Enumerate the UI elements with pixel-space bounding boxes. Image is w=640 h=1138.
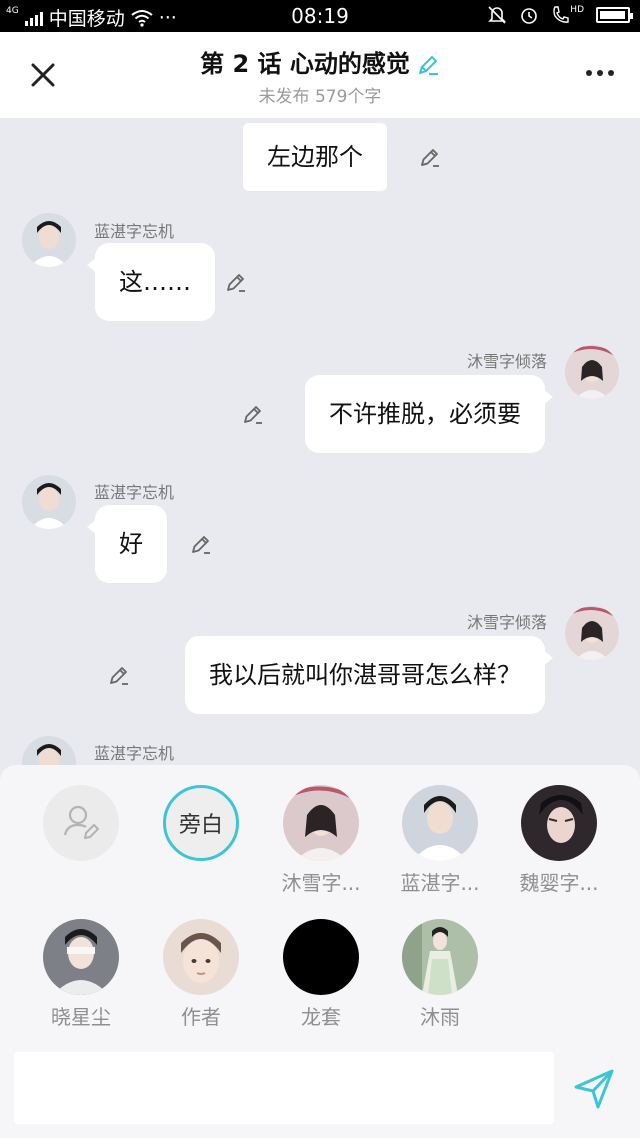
chapter-title: 第 2 话 心动的感觉 bbox=[200, 50, 410, 78]
battery-icon bbox=[596, 7, 633, 23]
add-role-icon[interactable] bbox=[43, 785, 119, 861]
role-avatar[interactable] bbox=[402, 785, 478, 861]
message-input[interactable] bbox=[14, 1052, 554, 1124]
status-bar: 4G 中国移动 ··· 08:19 HD bbox=[0, 0, 640, 32]
role-name: 沐雪字... bbox=[281, 871, 361, 895]
word-count-status: 未发布 579个字 bbox=[258, 87, 382, 107]
edit-title-icon[interactable] bbox=[416, 53, 440, 77]
edit-message-icon[interactable] bbox=[189, 532, 213, 556]
role-lanzhan[interactable]: 蓝湛字... bbox=[380, 785, 500, 896]
mute-bell-icon bbox=[488, 6, 507, 24]
edit-message-icon[interactable] bbox=[241, 402, 265, 426]
phone-icon bbox=[553, 6, 569, 23]
role-picker-panel: 旁白 沐雪字... 蓝湛字... 魏婴字... 晓星尘 作者 龙套 沐雨 bbox=[0, 765, 640, 1138]
role-name: 龙套 bbox=[301, 1005, 341, 1029]
edit-message-icon[interactable] bbox=[418, 145, 442, 169]
message-bubble[interactable]: 好 bbox=[87, 505, 167, 583]
narrator-avatar[interactable]: 旁白 bbox=[163, 785, 239, 861]
speaker-name: 蓝湛字忘机 bbox=[94, 483, 175, 502]
message-bubble[interactable]: 不许推脱，必须要 bbox=[305, 375, 553, 453]
role-muxue[interactable]: 沐雪字... bbox=[261, 785, 381, 896]
speaker-name: 蓝湛字忘机 bbox=[94, 744, 175, 763]
role-xiaoxingchen[interactable]: 晓星尘 bbox=[21, 919, 141, 1030]
role-avatar[interactable] bbox=[521, 785, 597, 861]
edit-message-icon[interactable] bbox=[107, 663, 131, 687]
alarm-icon bbox=[521, 8, 538, 24]
role-add[interactable] bbox=[21, 785, 141, 861]
role-author[interactable]: 作者 bbox=[141, 919, 261, 1030]
role-avatar[interactable] bbox=[43, 919, 119, 995]
editor-header: 第 2 话 心动的感觉 未发布 579个字 bbox=[0, 32, 640, 118]
hd-call-indicator: HD bbox=[551, 5, 584, 25]
role-avatar[interactable] bbox=[283, 785, 359, 861]
avatar-lanzhan[interactable] bbox=[22, 213, 76, 267]
narrator-label: 旁白 bbox=[178, 813, 223, 838]
edit-message-icon[interactable] bbox=[224, 270, 248, 294]
role-name: 蓝湛字... bbox=[400, 871, 480, 895]
speaker-name: 沐雪字倾落 bbox=[466, 352, 547, 371]
message-bubble[interactable]: 左边那个 bbox=[243, 123, 387, 191]
role-name: 作者 bbox=[181, 1005, 221, 1029]
role-name: 魏婴字... bbox=[519, 871, 599, 895]
avatar-muxue[interactable] bbox=[565, 345, 619, 399]
role-avatar[interactable] bbox=[163, 919, 239, 995]
avatar-muxue[interactable] bbox=[565, 606, 619, 660]
message-bubble[interactable]: 这…… bbox=[87, 243, 215, 321]
chat-area[interactable]: 左边那个 蓝湛字忘机 这…… 沐雪字倾落 不许推脱，必须要 蓝湛字忘机 好 沐雪… bbox=[0, 118, 640, 768]
speaker-name: 蓝湛字忘机 bbox=[94, 222, 175, 241]
message-bubble[interactable]: 我以后就叫你湛哥哥怎么样？ bbox=[185, 636, 553, 714]
avatar-lanzhan[interactable] bbox=[22, 736, 76, 768]
chapter-title-row[interactable]: 第 2 话 心动的感觉 bbox=[0, 44, 640, 79]
battery-level bbox=[600, 11, 625, 19]
speaker-name: 沐雪字倾落 bbox=[466, 613, 547, 632]
more-options-icon[interactable] bbox=[586, 70, 614, 76]
role-name: 晓星尘 bbox=[51, 1005, 111, 1029]
avatar-lanzhan[interactable] bbox=[22, 475, 76, 529]
role-avatar[interactable] bbox=[402, 919, 478, 995]
role-weiying[interactable]: 魏婴字... bbox=[499, 785, 619, 896]
hd-label: HD bbox=[570, 5, 584, 15]
role-extra[interactable]: 龙套 bbox=[261, 919, 381, 1030]
role-narrator[interactable]: 旁白 bbox=[141, 785, 261, 861]
send-icon[interactable] bbox=[572, 1067, 616, 1111]
role-name: 沐雨 bbox=[420, 1005, 460, 1029]
role-muyu[interactable]: 沐雨 bbox=[380, 919, 500, 1030]
role-avatar[interactable] bbox=[283, 919, 359, 995]
status-right: HD bbox=[487, 5, 633, 25]
